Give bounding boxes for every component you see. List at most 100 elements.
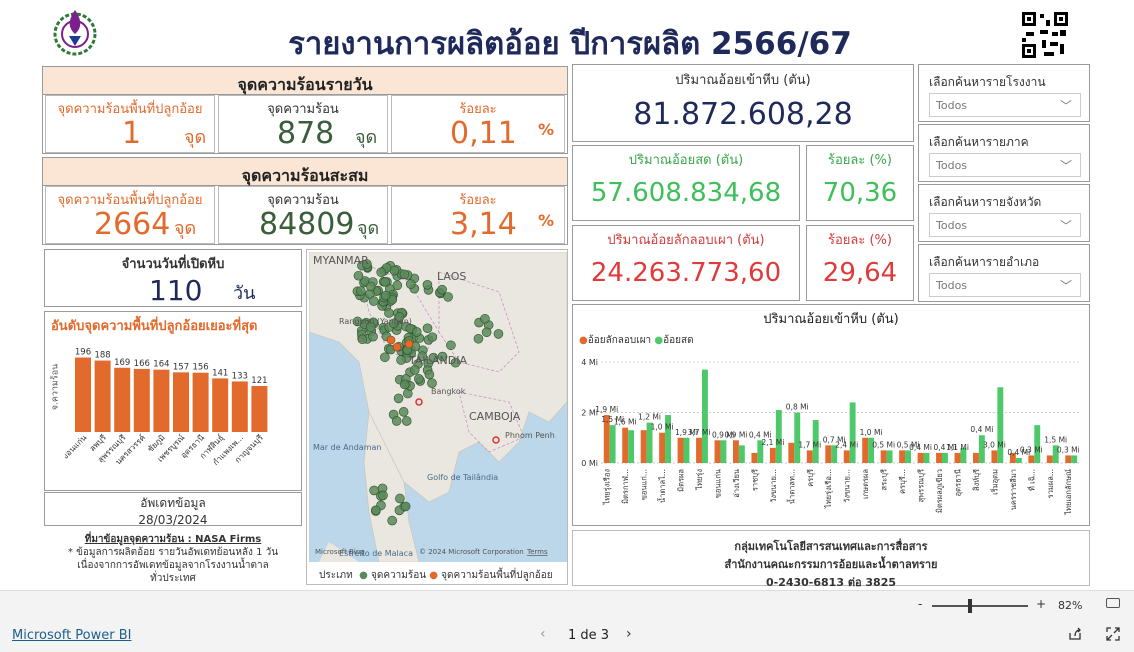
fit-to-page-icon[interactable]	[1106, 598, 1120, 608]
map-plant-hotspot-dot[interactable]	[386, 335, 396, 345]
factory-bar-burnt[interactable]	[843, 450, 850, 463]
map-hotspot-dot[interactable]	[398, 407, 409, 417]
map-hotspot-dot[interactable]	[443, 292, 453, 302]
factory-bar-burnt[interactable]	[714, 440, 721, 463]
factory-bar-burnt[interactable]	[659, 432, 666, 463]
factory-bar-burnt[interactable]	[954, 452, 961, 463]
factory-bar-burnt[interactable]	[899, 450, 906, 463]
map-hotspot-dot[interactable]	[446, 340, 456, 351]
map-hotspot-dot[interactable]	[370, 505, 381, 516]
share-icon[interactable]	[1068, 627, 1082, 641]
ranking-bar[interactable]	[133, 368, 150, 432]
map-hotspot-dot[interactable]	[380, 290, 391, 301]
ranking-bar[interactable]	[94, 360, 111, 432]
zoom-out-button[interactable]: -	[918, 597, 922, 611]
factory-bar-burnt[interactable]	[917, 452, 924, 463]
map-hotspot-dot[interactable]	[378, 490, 388, 501]
ranking-bar[interactable]	[212, 378, 229, 432]
zoom-in-button[interactable]: +	[1036, 597, 1046, 611]
filter-province-select[interactable]: Todos ﹀	[929, 213, 1081, 237]
fullscreen-icon[interactable]	[1106, 627, 1120, 641]
map-hotspot-dot[interactable]	[357, 334, 368, 345]
factory-bar-burnt[interactable]	[677, 437, 684, 463]
factory-bar-burnt[interactable]	[733, 440, 739, 463]
map-hotspot-dot[interactable]	[395, 493, 405, 504]
factory-bar-burnt[interactable]	[1065, 455, 1072, 463]
factory-bar-burnt[interactable]	[696, 437, 702, 463]
factory-bar-fresh[interactable]	[886, 450, 893, 463]
map-hotspot-dot[interactable]	[368, 296, 379, 306]
factory-bar-fresh[interactable]	[1015, 457, 1022, 463]
factory-bar-fresh[interactable]	[701, 369, 708, 463]
map-hotspot-dot[interactable]	[356, 286, 366, 296]
filter-region-select[interactable]: Todos ﹀	[929, 153, 1081, 177]
map-hotspot-dot[interactable]	[422, 323, 433, 334]
factory-bar-fresh[interactable]	[941, 452, 948, 463]
factory-bar-fresh[interactable]	[720, 440, 727, 463]
factory-bar-fresh[interactable]	[628, 430, 635, 463]
map-hotspot-dot[interactable]	[481, 327, 492, 338]
filter-factory-select[interactable]: Todos ﹀	[929, 93, 1081, 117]
factory-bar-burnt[interactable]	[825, 445, 832, 463]
next-page-icon[interactable]: ›	[626, 626, 632, 642]
ranking-bar[interactable]	[173, 372, 189, 432]
factory-bar-fresh[interactable]	[775, 410, 782, 463]
factory-bar-burnt[interactable]	[880, 450, 887, 463]
factory-bar-fresh[interactable]	[1034, 425, 1041, 463]
map-hotspot-dot[interactable]	[399, 379, 410, 390]
map-hotspot-dot[interactable]	[473, 333, 484, 344]
map-hotspot-dot[interactable]	[376, 267, 387, 278]
ranking-bar[interactable]	[153, 369, 170, 432]
map-hotspot-dot[interactable]	[368, 331, 378, 342]
factory-bar-fresh[interactable]	[794, 412, 801, 463]
map-hotspot-dot[interactable]	[424, 369, 435, 380]
map-hotspot-dot[interactable]	[411, 327, 422, 337]
map-hotspot-dot[interactable]	[387, 515, 397, 526]
powerbi-link[interactable]: Microsoft Power BI	[12, 628, 131, 643]
map-hotspot-dot[interactable]	[399, 269, 410, 280]
map-hotspot-dot[interactable]	[366, 281, 376, 292]
map-terms-link[interactable]: Terms	[526, 548, 548, 556]
ranking-bar[interactable]	[75, 357, 91, 432]
factory-bar-burnt[interactable]	[622, 427, 629, 463]
ranking-bar[interactable]	[231, 381, 248, 432]
prev-page-icon[interactable]: ‹	[540, 626, 546, 642]
factory-bar-burnt[interactable]	[788, 442, 795, 463]
factory-bar-burnt[interactable]	[640, 430, 647, 463]
map-hotspot-dot[interactable]	[380, 352, 390, 363]
factory-bar-fresh[interactable]	[905, 450, 911, 463]
map-hotspot-dot[interactable]	[396, 355, 406, 365]
factory-bar-fresh[interactable]	[923, 452, 930, 463]
map-hotspot-dot[interactable]	[391, 416, 402, 426]
ranking-bar[interactable]	[251, 386, 268, 432]
map-hotspot-dot[interactable]	[401, 416, 412, 426]
ranking-bar[interactable]	[192, 372, 209, 432]
map-hotspot-dot[interactable]	[389, 265, 400, 276]
factory-bar-burnt[interactable]	[769, 447, 776, 463]
factory-bar-burnt[interactable]	[862, 437, 869, 463]
map-hotspot-dot[interactable]	[493, 329, 504, 339]
map-hotspot-dot[interactable]	[480, 313, 490, 324]
factory-bar-fresh[interactable]	[1071, 455, 1078, 463]
map-hotspot-dot[interactable]	[422, 280, 433, 290]
map-hotspot-dot[interactable]	[380, 277, 391, 287]
factory-bar-fresh[interactable]	[609, 425, 616, 463]
map-plant-hotspot-dot[interactable]	[404, 339, 414, 349]
map-plant-hotspot-dot[interactable]	[392, 342, 402, 352]
factory-bar-fresh[interactable]	[997, 387, 1004, 463]
factory-bar-burnt[interactable]	[936, 452, 942, 463]
zoom-slider-handle[interactable]	[968, 599, 972, 613]
map-hotspot-dot[interactable]	[414, 374, 424, 384]
factory-bar-burnt[interactable]	[751, 452, 758, 463]
factory-bar-burnt[interactable]	[973, 452, 979, 463]
map-hotspot-dot[interactable]	[400, 501, 411, 512]
map-hotspot-dot[interactable]	[393, 393, 404, 404]
map-hotspot-dot[interactable]	[353, 270, 364, 281]
factory-bar-fresh[interactable]	[683, 437, 690, 463]
factory-bar-burnt[interactable]	[1046, 455, 1053, 463]
map-hotspot-dot[interactable]	[405, 279, 416, 289]
factory-bar-burnt[interactable]	[991, 450, 998, 463]
map-hotspot-dot[interactable]	[437, 284, 447, 295]
factory-bar-fresh[interactable]	[849, 402, 856, 463]
map-hotspot-dot[interactable]	[427, 332, 438, 342]
